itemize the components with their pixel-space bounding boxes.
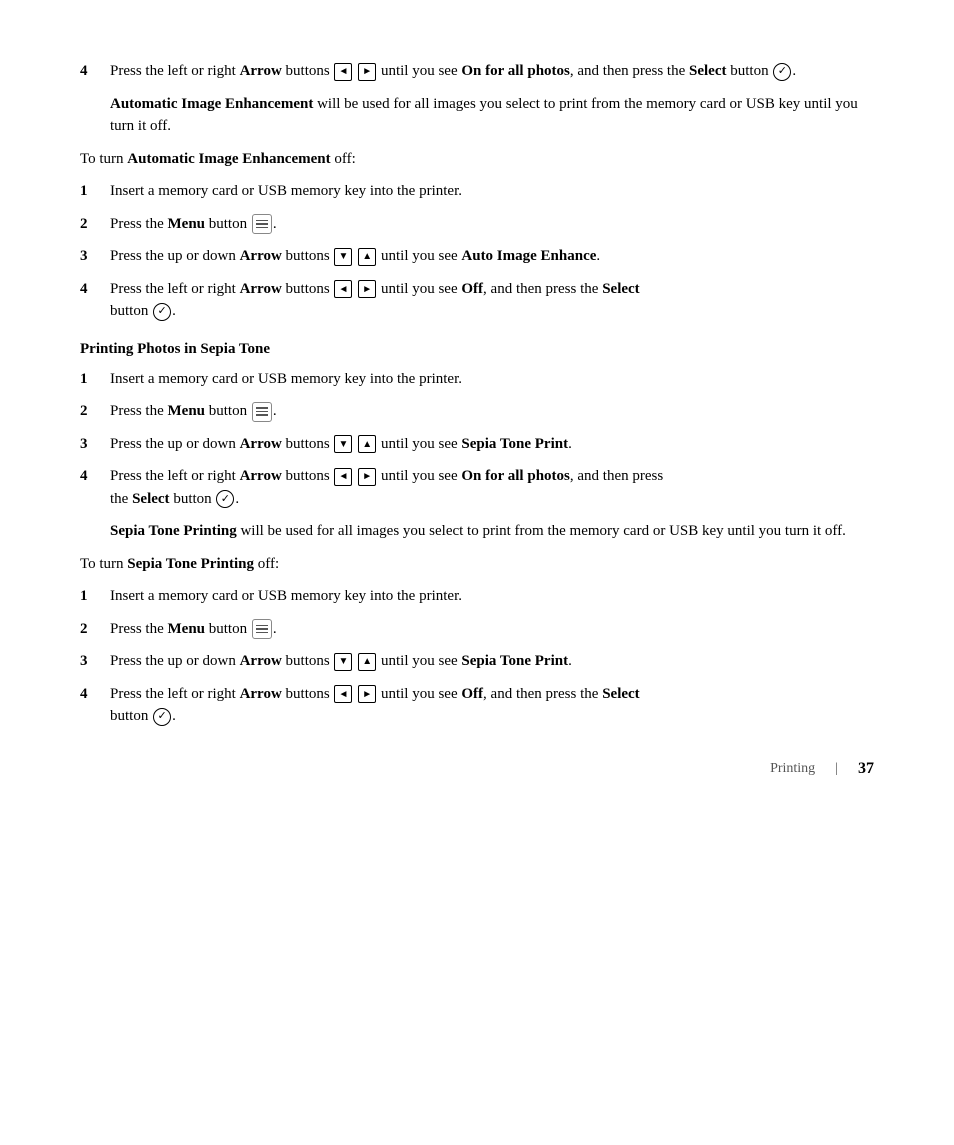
arrow-label-2: Arrow [240, 248, 282, 264]
s1-number-2: 2 [80, 213, 110, 236]
step-number-4-top: 4 [80, 60, 110, 83]
to-turn-line-2: To turn Sepia Tone Printing off: [80, 553, 874, 576]
select-icon: ✓ [773, 63, 791, 81]
menu-label-3: Menu [168, 621, 206, 637]
s1-content-1: Insert a memory card or USB memory key i… [110, 180, 874, 203]
menu-icon-2 [252, 402, 272, 422]
page-footer: Printing | 37 [770, 760, 874, 778]
auto-enhance-bold: Automatic Image Enhancement [110, 96, 313, 112]
s1-item-1: 1 Insert a memory card or USB memory key… [80, 180, 874, 203]
s1-item-2: 2 Press the Menu button . [80, 213, 874, 236]
footer-page-number: 37 [858, 760, 874, 778]
s2-item-2: 2 Press the Menu button . [80, 400, 874, 423]
menu-icon-1 [252, 214, 272, 234]
arrow-label-3: Arrow [240, 281, 282, 297]
s1-item-3: 3 Press the up or down Arrow buttons ▼ ▲… [80, 245, 874, 268]
select-label-3: Select [132, 491, 169, 507]
step-4-top-content: Press the left or right Arrow buttons ◄ … [110, 60, 874, 83]
up-arrow-icon-3: ▲ [358, 653, 376, 671]
menu-label-2: Menu [168, 403, 206, 419]
sepia-tone-printing-bold: Sepia Tone Printing [110, 523, 237, 539]
s3-number-1: 1 [80, 585, 110, 608]
left-arrow-icon-2: ◄ [334, 280, 352, 298]
footer-label: Printing [770, 761, 815, 777]
s3-item-1: 1 Insert a memory card or USB memory key… [80, 585, 874, 608]
sepia-tone-print-label-1: Sepia Tone Print [461, 436, 568, 452]
select-label-4: Select [602, 686, 639, 702]
step-4-top: 4 Press the left or right Arrow buttons … [80, 60, 874, 83]
right-arrow-icon-3: ► [358, 468, 376, 486]
s1-item-4: 4 Press the left or right Arrow buttons … [80, 278, 874, 323]
left-arrow-icon: ◄ [334, 63, 352, 81]
to-turn-line-1: To turn Automatic Image Enhancement off: [80, 148, 874, 171]
arrow-label: Arrow [240, 63, 282, 79]
note-block-1: Automatic Image Enhancement will be used… [110, 93, 874, 138]
s1-content-4: Press the left or right Arrow buttons ◄ … [110, 278, 874, 323]
select-label: Select [689, 63, 726, 79]
arrow-label-5: Arrow [240, 468, 282, 484]
page-content: 4 Press the left or right Arrow buttons … [0, 0, 954, 818]
s3-item-2: 2 Press the Menu button . [80, 618, 874, 641]
s2-content-1: Insert a memory card or USB memory key i… [110, 368, 874, 391]
arrow-label-7: Arrow [240, 686, 282, 702]
s3-item-3: 3 Press the up or down Arrow buttons ▼ ▲… [80, 650, 874, 673]
footer-divider: | [835, 761, 838, 777]
down-arrow-icon-3: ▼ [334, 653, 352, 671]
s2-item-3: 3 Press the up or down Arrow buttons ▼ ▲… [80, 433, 874, 456]
auto-image-enhance-label: Auto Image Enhance [461, 248, 596, 264]
select-icon-2: ✓ [153, 303, 171, 321]
arrow-label-4: Arrow [240, 436, 282, 452]
on-for-all-2: On for all photos [461, 468, 570, 484]
s2-number-3: 3 [80, 433, 110, 456]
sepia-tone-print-label-2: Sepia Tone Print [461, 653, 568, 669]
s2-content-3: Press the up or down Arrow buttons ▼ ▲ u… [110, 433, 874, 456]
s3-number-2: 2 [80, 618, 110, 641]
menu-label-1: Menu [168, 216, 206, 232]
off-label-2: Off [461, 686, 483, 702]
s3-number-3: 3 [80, 650, 110, 673]
auto-enhance-bold-2: Automatic Image Enhancement [127, 151, 330, 167]
s3-content-4: Press the left or right Arrow buttons ◄ … [110, 683, 874, 728]
s1-number-4: 4 [80, 278, 110, 323]
s3-item-4: 4 Press the left or right Arrow buttons … [80, 683, 874, 728]
s1-number-3: 3 [80, 245, 110, 268]
s3-content-3: Press the up or down Arrow buttons ▼ ▲ u… [110, 650, 874, 673]
s2-number-4: 4 [80, 465, 110, 510]
up-arrow-icon-2: ▲ [358, 435, 376, 453]
right-arrow-icon-4: ► [358, 685, 376, 703]
arrow-label-6: Arrow [240, 653, 282, 669]
up-arrow-icon-1: ▲ [358, 248, 376, 266]
on-for-all-label: On for all photos [461, 63, 570, 79]
right-arrow-icon-2: ► [358, 280, 376, 298]
select-icon-3: ✓ [216, 490, 234, 508]
s2-item-1: 1 Insert a memory card or USB memory key… [80, 368, 874, 391]
s3-number-4: 4 [80, 683, 110, 728]
sepia-tone-printing-bold-2: Sepia Tone Printing [127, 556, 254, 572]
s2-number-2: 2 [80, 400, 110, 423]
select-icon-4: ✓ [153, 708, 171, 726]
menu-icon-3 [252, 619, 272, 639]
note-block-2: Sepia Tone Printing will be used for all… [110, 520, 874, 543]
down-arrow-icon-2: ▼ [334, 435, 352, 453]
s2-item-4: 4 Press the left or right Arrow buttons … [80, 465, 874, 510]
right-arrow-icon: ► [358, 63, 376, 81]
off-label-1: Off [461, 281, 483, 297]
s1-content-3: Press the up or down Arrow buttons ▼ ▲ u… [110, 245, 874, 268]
s2-number-1: 1 [80, 368, 110, 391]
s3-content-1: Insert a memory card or USB memory key i… [110, 585, 874, 608]
s1-number-1: 1 [80, 180, 110, 203]
sepia-section-heading: Printing Photos in Sepia Tone [80, 341, 874, 358]
s2-content-4: Press the left or right Arrow buttons ◄ … [110, 465, 874, 510]
select-label-2: Select [602, 281, 639, 297]
s1-content-2: Press the Menu button . [110, 213, 874, 236]
down-arrow-icon-1: ▼ [334, 248, 352, 266]
left-arrow-icon-4: ◄ [334, 685, 352, 703]
left-arrow-icon-3: ◄ [334, 468, 352, 486]
s2-content-2: Press the Menu button . [110, 400, 874, 423]
s3-content-2: Press the Menu button . [110, 618, 874, 641]
